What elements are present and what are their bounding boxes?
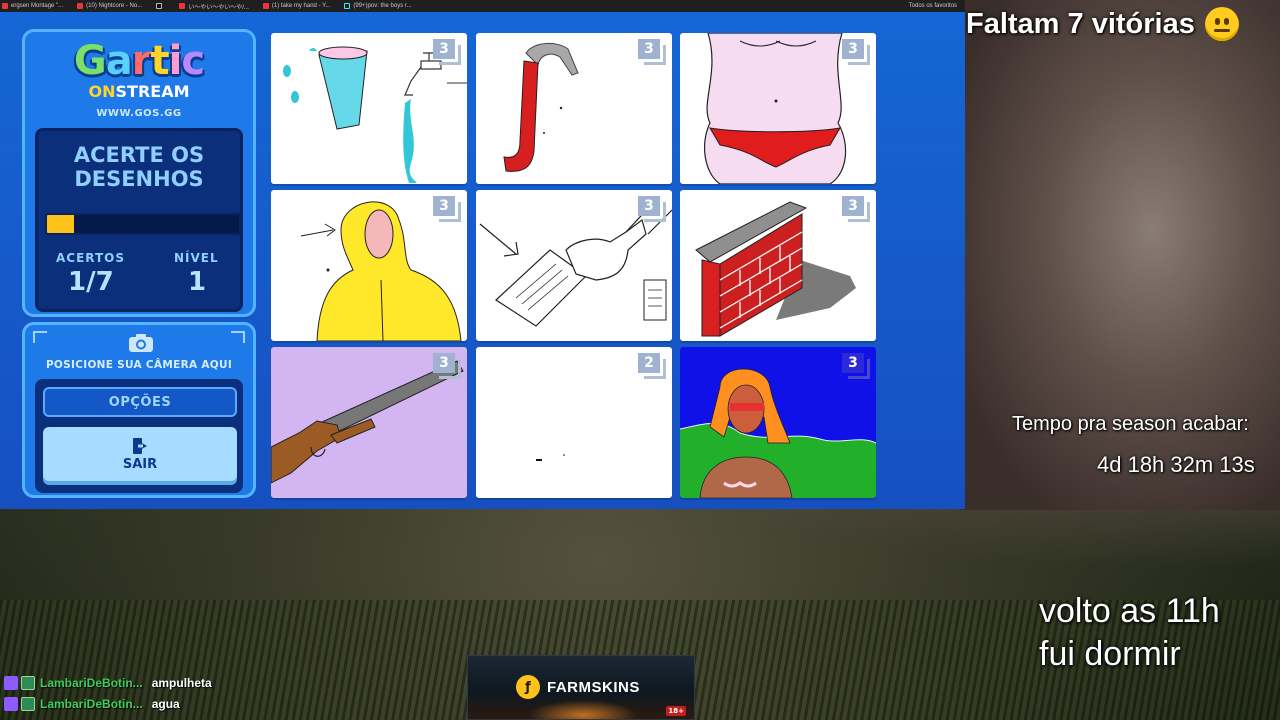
twitch-badge-icon — [4, 675, 18, 690]
guess-count-badge: 3 — [842, 196, 870, 222]
sponsor-banner: ƒ FARMSKINS 18+ — [467, 655, 695, 720]
chat-overlay: LambariDeBotin... ampulheta LambariDeBot… — [4, 672, 264, 714]
drawing-card-blank[interactable]: 2 — [476, 347, 672, 498]
progress-fill — [47, 215, 75, 233]
options-button[interactable]: OPÇÕES — [43, 387, 237, 417]
button-area: OPÇÕES SAIR — [35, 379, 243, 493]
favorites-folder[interactable]: Todos os favoritos — [909, 3, 965, 9]
score-card: Gartic ONSTREAM WWW.GOS.GG ACERTE OS DES… — [22, 29, 256, 317]
drawing-card-handing-paper[interactable]: 3 — [476, 190, 672, 341]
camera-card: POSICIONE SUA CÂMERA AQUI OPÇÕES SAIR — [22, 322, 256, 498]
camera-placement-text: POSICIONE SUA CÂMERA AQUI — [45, 359, 233, 371]
tab-title: (1) take my hand - Y... — [271, 3, 331, 9]
drawing-card-glass-faucet[interactable]: 3 — [271, 33, 467, 184]
guess-count-badge: 3 — [433, 39, 461, 65]
tab-title: (99+)pov: the boys r... — [353, 3, 412, 9]
progress-bar — [45, 213, 241, 235]
farmskins-logo-icon: ƒ — [516, 675, 540, 699]
chat-message: LambariDeBotin... agua — [4, 693, 264, 714]
logo-subtitle: ONSTREAM — [25, 82, 253, 101]
guess-count-badge: 3 — [638, 39, 666, 65]
favorites-label: Todos os favoritos — [908, 3, 957, 9]
neutral-face-icon — [1204, 7, 1239, 41]
drawing-card-shotgun[interactable]: 3 — [271, 347, 467, 498]
youtube-icon — [2, 3, 8, 9]
youtube-icon — [262, 3, 269, 9]
chat-username: LambariDeBotin... — [40, 696, 143, 711]
drawing-card-bikini[interactable]: 3 — [680, 33, 876, 184]
twitch-badge-icon — [4, 696, 18, 711]
browser-tab[interactable]: (1) take my hand - Y... — [262, 3, 331, 9]
wins-remaining-overlay: Faltam 7 vitórias — [966, 6, 1239, 42]
age-rating-badge: 18+ — [666, 706, 686, 716]
subscriber-badge-icon — [21, 675, 35, 690]
subscriber-badge-icon — [21, 696, 35, 711]
logo-url: WWW.GOS.GG — [96, 108, 182, 119]
tab-title: (10) Nightcore - No... — [86, 3, 143, 9]
stats-box: ACERTE OS DESENHOS ACERTOS 1/7 NÍVEL 1 — [35, 128, 243, 312]
logo-on-text: ON — [88, 82, 116, 101]
sponsor-name: FARMSKINS — [547, 678, 640, 696]
gartic-logo: Gartic — [73, 38, 205, 84]
guess-count-badge: 2 — [638, 353, 666, 379]
season-countdown: 4d 18h 32m 13s — [1097, 452, 1255, 477]
side-panel: Gartic ONSTREAM WWW.GOS.GG ACERTE OS DES… — [22, 29, 256, 498]
drawing-grid: 3 3 3 3 3 3 3 2 3 — [271, 33, 877, 498]
away-note-line1: volto as 11h — [1039, 592, 1220, 630]
drawing-card-red-pipe[interactable]: 3 — [476, 33, 672, 184]
x-icon — [156, 3, 163, 9]
browser-tab[interactable]: (10) Nightcore - No... — [77, 3, 142, 9]
browser-tab-strip: ergsen Montage "... (10) Nightcore - No.… — [0, 0, 965, 12]
logo-stream-text: STREAM — [115, 82, 190, 101]
browser-tab[interactable] — [156, 3, 165, 9]
chat-text: agua — [151, 696, 180, 711]
panel-title-line2: DESENHOS — [74, 167, 204, 191]
youtube-icon — [77, 3, 84, 9]
browser-tab[interactable]: ergsen Montage "... — [2, 3, 63, 9]
panel-title: ACERTE OS DESENHOS — [38, 143, 240, 191]
frame-corner — [33, 331, 47, 343]
guess-count-badge: 3 — [433, 353, 461, 379]
acertos-value: 1/7 — [68, 267, 114, 297]
nivel-label: NÍVEL — [174, 251, 219, 265]
season-label: Tempo pra season acabar: — [1012, 413, 1249, 435]
exit-icon — [133, 437, 147, 454]
sponsor-logo: ƒ FARMSKINS — [516, 675, 640, 699]
drawing-card-woman-landscape[interactable]: 3 — [680, 347, 876, 498]
guess-count-badge: 3 — [433, 196, 461, 222]
wins-remaining-text: Faltam 7 vitórias — [966, 7, 1195, 40]
exit-button[interactable]: SAIR — [43, 427, 237, 481]
frame-corner — [231, 331, 245, 343]
drawing-card-raincoat[interactable]: 3 — [271, 190, 467, 341]
gartic-game-window: Gartic ONSTREAM WWW.GOS.GG ACERTE OS DES… — [0, 12, 965, 509]
chat-text: ampulheta — [151, 675, 212, 690]
tab-title: ergsen Montage "... — [11, 3, 64, 9]
exit-label: SAIR — [122, 456, 158, 472]
nivel-value: 1 — [188, 267, 207, 297]
youtube-icon — [179, 3, 186, 9]
panel-title-line1: ACERTE OS — [73, 143, 205, 167]
chat-message: LambariDeBotin... ampulheta — [4, 672, 264, 693]
guess-count-badge: 3 — [638, 196, 666, 222]
tab-title: い〜やい〜やい〜や/... — [188, 4, 249, 11]
chat-username: LambariDeBotin... — [40, 675, 143, 690]
away-note-line2: fui dormir — [1039, 635, 1181, 673]
away-note: volto as 11h fui dormir — [1039, 590, 1279, 676]
camera-icon — [129, 334, 153, 352]
drawing-card-brick-wall[interactable]: 3 — [680, 190, 876, 341]
guess-count-badge: 3 — [842, 353, 870, 379]
acertos-label: ACERTOS — [56, 251, 126, 265]
browser-tab[interactable]: (99+)pov: the boys r... — [344, 3, 412, 9]
guess-count-badge: 3 — [842, 39, 870, 65]
browser-tab[interactable]: い〜やい〜やい〜や/... — [179, 2, 249, 11]
tiktok-icon — [344, 3, 351, 9]
